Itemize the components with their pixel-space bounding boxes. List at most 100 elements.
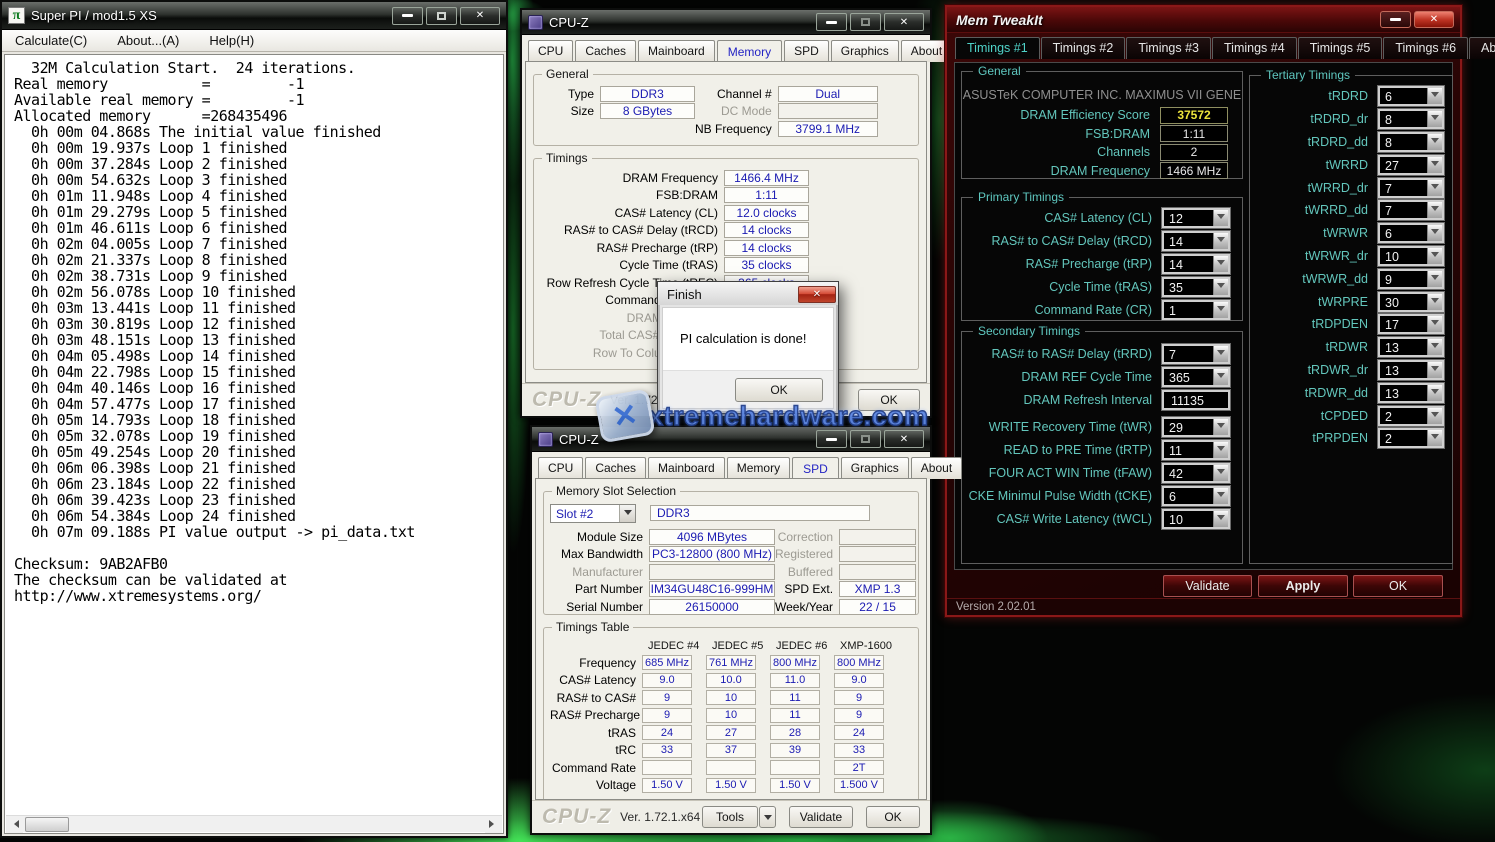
timing-select[interactable]: 7 xyxy=(1378,200,1444,220)
timing-select[interactable]: 11135 xyxy=(1162,390,1230,410)
dropdown-button[interactable] xyxy=(1213,210,1228,226)
tab[interactable]: Timings #1 xyxy=(955,37,1040,59)
dropdown-button[interactable] xyxy=(1427,248,1442,264)
tab[interactable]: Timings #6 xyxy=(1383,37,1468,59)
timing-select[interactable]: 12 xyxy=(1162,208,1230,228)
dropdown-button[interactable] xyxy=(1213,302,1228,318)
dropdown-button[interactable] xyxy=(1427,339,1442,355)
timing-select[interactable]: 6 xyxy=(1162,486,1230,506)
tab[interactable]: Mainboard xyxy=(648,457,725,479)
validate-button[interactable]: Validate xyxy=(789,806,853,828)
timing-select[interactable]: 14 xyxy=(1162,231,1230,251)
dropdown-button[interactable] xyxy=(1427,408,1442,424)
timing-select[interactable]: 10 xyxy=(1378,246,1444,266)
dropdown-button[interactable] xyxy=(1213,256,1228,272)
timing-select[interactable]: 27 xyxy=(1378,155,1444,175)
dropdown-button[interactable] xyxy=(1427,111,1442,127)
scroll-left-button[interactable] xyxy=(6,816,23,833)
tab[interactable]: Caches xyxy=(575,40,636,62)
dropdown-button[interactable] xyxy=(1427,362,1442,378)
scroll-right-button[interactable] xyxy=(485,816,502,833)
timing-select[interactable]: 30 xyxy=(1378,292,1444,312)
tab[interactable]: SPD xyxy=(784,40,829,62)
timing-select[interactable]: 35 xyxy=(1162,277,1230,297)
tab[interactable]: Timings #3 xyxy=(1126,37,1211,59)
scrollbar-thumb[interactable] xyxy=(25,817,69,832)
tab[interactable]: CPU xyxy=(528,40,573,62)
timing-select[interactable]: 13 xyxy=(1378,360,1444,380)
dropdown-button[interactable] xyxy=(1427,202,1442,218)
timing-select[interactable]: 2 xyxy=(1378,406,1444,426)
memory-slot-select[interactable]: Slot #2 xyxy=(550,504,636,523)
timing-select[interactable]: 13 xyxy=(1378,383,1444,403)
tab[interactable]: CPU xyxy=(538,457,583,479)
close-button[interactable]: ✕ xyxy=(1414,11,1454,28)
timing-select[interactable]: 14 xyxy=(1162,254,1230,274)
horizontal-scrollbar[interactable] xyxy=(6,815,502,832)
tab[interactable]: About xyxy=(1469,37,1495,59)
dropdown-button[interactable] xyxy=(1427,180,1442,196)
close-button[interactable]: ✕ xyxy=(884,13,924,31)
timing-select[interactable]: 2 xyxy=(1378,428,1444,448)
dropdown-button[interactable] xyxy=(1213,279,1228,295)
dropdown-button[interactable] xyxy=(1427,88,1442,104)
dropdown-button[interactable] xyxy=(1213,419,1228,435)
dropdown-button[interactable] xyxy=(1213,442,1228,458)
timing-select[interactable]: 8 xyxy=(1378,109,1444,129)
timing-select[interactable]: 7 xyxy=(1378,178,1444,198)
dropdown-button[interactable] xyxy=(1213,233,1228,249)
minimize-button[interactable] xyxy=(816,13,847,31)
close-button[interactable]: ✕ xyxy=(798,286,836,303)
timing-select[interactable]: 7 xyxy=(1162,344,1230,364)
tab[interactable]: Memory xyxy=(727,457,790,479)
tab[interactable]: Timings #5 xyxy=(1298,37,1383,59)
dropdown-button[interactable] xyxy=(1427,225,1442,241)
dropdown-button[interactable] xyxy=(1213,369,1228,385)
tab[interactable]: Graphics xyxy=(831,40,899,62)
timing-select[interactable]: 6 xyxy=(1378,86,1444,106)
dropdown-button[interactable] xyxy=(1427,157,1442,173)
dropdown-button[interactable] xyxy=(619,505,635,522)
dropdown-button[interactable] xyxy=(1427,134,1442,150)
maximize-button[interactable] xyxy=(426,7,457,25)
tab[interactable]: Graphics xyxy=(841,457,909,479)
apply-button[interactable]: Apply xyxy=(1258,575,1348,597)
tools-button[interactable]: Tools xyxy=(702,806,758,828)
ok-button[interactable]: OK xyxy=(866,806,920,828)
dropdown-button[interactable] xyxy=(1427,430,1442,446)
validate-button[interactable]: Validate xyxy=(1163,575,1252,597)
minimize-button[interactable] xyxy=(1380,11,1411,28)
dropdown-button[interactable] xyxy=(1427,294,1442,310)
close-button[interactable]: ✕ xyxy=(460,7,500,25)
menu-item[interactable]: About...(A) xyxy=(117,33,179,48)
tab[interactable]: Timings #2 xyxy=(1041,37,1126,59)
dropdown-button[interactable] xyxy=(1213,488,1228,504)
timing-select[interactable]: 365 xyxy=(1162,367,1230,387)
tab[interactable]: About xyxy=(911,457,962,479)
timing-select[interactable]: 42 xyxy=(1162,463,1230,483)
dropdown-button[interactable] xyxy=(1427,271,1442,287)
dropdown-button[interactable] xyxy=(1213,465,1228,481)
timing-select[interactable]: 1 xyxy=(1162,300,1230,320)
dropdown-button[interactable] xyxy=(1427,385,1442,401)
menu-item[interactable]: Help(H) xyxy=(209,33,254,48)
tab[interactable]: Memory xyxy=(717,40,782,62)
timing-select[interactable]: 13 xyxy=(1378,337,1444,357)
menu-item[interactable]: Calculate(C) xyxy=(15,33,87,48)
timing-select[interactable]: 10 xyxy=(1162,509,1230,529)
minimize-button[interactable] xyxy=(392,7,423,25)
timing-select[interactable]: 17 xyxy=(1378,314,1444,334)
tab[interactable]: SPD xyxy=(792,457,839,479)
tab[interactable]: Mainboard xyxy=(638,40,715,62)
ok-button[interactable]: OK xyxy=(1353,575,1443,597)
timing-select[interactable]: 8 xyxy=(1378,132,1444,152)
dropdown-button[interactable] xyxy=(1213,511,1228,527)
tab[interactable]: Timings #4 xyxy=(1212,37,1297,59)
timing-select[interactable]: 29 xyxy=(1162,417,1230,437)
timing-select[interactable]: 11 xyxy=(1162,440,1230,460)
timing-select[interactable]: 9 xyxy=(1378,269,1444,289)
dropdown-button[interactable] xyxy=(1213,346,1228,362)
tools-dropdown-button[interactable] xyxy=(759,806,776,828)
dropdown-button[interactable] xyxy=(1427,316,1442,332)
tab[interactable]: Caches xyxy=(585,457,646,479)
